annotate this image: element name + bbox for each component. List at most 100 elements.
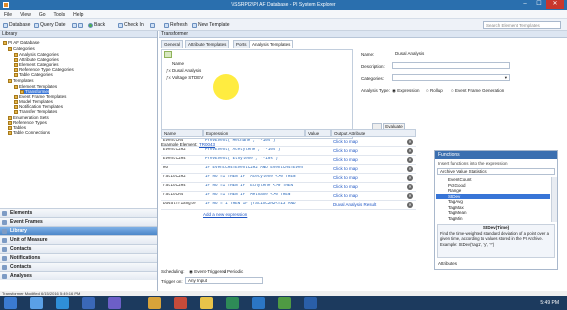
list-item[interactable]: ƒx Dusal Analysis xyxy=(166,68,316,73)
row-expression[interactable]: IF RO = 1 THEN IF (ratioC2H2<=13 AND xyxy=(205,202,303,206)
row-expression[interactable]: PrevEvent('Acetylene','*-10s') xyxy=(205,148,303,152)
expression-row[interactable]: ratioCH4 IF RO =1 THEN IF 'Methane'<>0 TH… xyxy=(161,192,416,201)
attributes-label[interactable]: Attributes xyxy=(438,261,457,266)
tab-analysis-templates[interactable]: Analysis Templates xyxy=(249,40,294,48)
maximize-button[interactable]: ☐ xyxy=(532,0,546,9)
row-expression[interactable]: IF RO =1 THEN IF 'Methane'<>0 THEN ' xyxy=(205,193,303,197)
row-name[interactable]: ratioC2H2 xyxy=(163,175,203,179)
nav-icons[interactable] xyxy=(72,21,83,29)
nav-unit-of-measure[interactable]: Unit of Measure xyxy=(0,235,157,244)
remove-row-icon[interactable]: ✕ xyxy=(407,148,413,154)
row-expression[interactable]: PrevEvent('Ethylene','*-10s') xyxy=(205,157,303,161)
expression-row[interactable]: EventCH4 PrevEvent('Methane','*-10s') Clic… xyxy=(161,138,416,147)
row-name[interactable]: EventCH4 xyxy=(163,139,203,143)
taskbar-app-icon[interactable] xyxy=(82,297,95,309)
row-output-link[interactable]: Click to map xyxy=(333,166,397,171)
expression-row[interactable]: EventC2H2 PrevEvent('Acetylene','*-10s') C… xyxy=(161,147,416,156)
nav-contacts-1[interactable]: Contacts xyxy=(0,244,157,253)
row-expression[interactable]: PrevEvent('Methane','*-10s') xyxy=(205,139,303,143)
taskbar-app-icon[interactable] xyxy=(200,297,213,309)
type-expression-radio[interactable]: ◉ Expression xyxy=(392,88,419,94)
tab-general[interactable]: General xyxy=(161,40,184,48)
nav-library[interactable]: Library xyxy=(0,226,157,235)
undo-button[interactable] xyxy=(150,21,155,29)
taskbar-app-icon[interactable] xyxy=(278,297,291,309)
taskbar-app-icon[interactable] xyxy=(56,297,69,309)
search-input[interactable]: Search Element Templates xyxy=(483,21,561,29)
remove-row-icon[interactable]: ✕ xyxy=(407,157,413,163)
taskbar-app-icon[interactable] xyxy=(174,297,187,309)
nav-contacts-2[interactable]: Contacts xyxy=(0,262,157,271)
row-output-link[interactable]: Click to map xyxy=(333,157,397,162)
excel-icon[interactable] xyxy=(226,297,239,309)
nav-event-frames[interactable]: Event Frames xyxy=(0,217,157,226)
row-output-link[interactable]: Click to map xyxy=(333,193,397,198)
tree-node[interactable]: Table Connections xyxy=(8,130,50,135)
remove-row-icon[interactable]: ✕ xyxy=(407,184,413,190)
row-output-link[interactable]: Click to map xyxy=(333,184,397,189)
type-event-frame-radio[interactable]: ○ Event Frame Generation xyxy=(451,88,504,93)
row-output-link[interactable]: Click to map xyxy=(333,175,397,180)
expression-row[interactable]: RO IF EventCH4=EventC2H2 AND EventCH4=Eve… xyxy=(161,165,416,174)
row-output-link[interactable]: Duval Analysis Result xyxy=(333,202,397,207)
row-expression[interactable]: IF RO =1 THEN IF 'Ethylene'<>0 THEN xyxy=(205,184,303,188)
remove-row-icon[interactable]: ✕ xyxy=(407,139,413,145)
tab-attribute-templates[interactable]: Attribute Templates xyxy=(185,40,230,48)
function-list-scrollbar[interactable] xyxy=(551,177,557,222)
tree-node[interactable]: Table Categories xyxy=(14,72,53,77)
query-date-button[interactable]: Query Date xyxy=(34,21,66,29)
expression-row[interactable]: ratioC2H2 IF RO =1 THEN IF 'Acetylene'<>0… xyxy=(161,174,416,183)
row-name[interactable]: DuvalTriangle xyxy=(163,202,203,206)
back-button[interactable]: Back xyxy=(88,21,105,29)
new-template-button[interactable]: New Template xyxy=(192,21,230,29)
tab-ports[interactable]: Ports xyxy=(233,40,250,48)
nav-notifications[interactable]: Notifications xyxy=(0,253,157,262)
row-output-link[interactable]: Click to map xyxy=(333,148,397,153)
name-field[interactable]: Dusal Analysis xyxy=(392,50,510,57)
remove-row-icon[interactable]: ✕ xyxy=(407,175,413,181)
nav-elements[interactable]: Elements xyxy=(0,208,157,217)
expression-row[interactable]: ratioC2H4 IF RO =1 THEN IF 'Ethylene'<>0 … xyxy=(161,183,416,192)
trigger-select[interactable]: Any Input xyxy=(185,277,263,284)
taskbar-app-icon[interactable] xyxy=(148,297,161,309)
check-in-button[interactable]: Check In xyxy=(118,21,144,29)
row-name[interactable]: EventC2H2 xyxy=(163,148,203,152)
periodic-radio[interactable]: ○ Periodic xyxy=(223,269,243,274)
function-item[interactable]: TagMin xyxy=(436,216,550,222)
add-expression-link[interactable]: Add a new expression xyxy=(203,212,247,217)
row-name[interactable]: ratioCH4 xyxy=(163,193,203,197)
close-button[interactable]: ✕ xyxy=(546,0,564,9)
functions-panel: Functions Insert functions into the expr… xyxy=(434,150,558,270)
row-name[interactable]: RO xyxy=(163,166,203,170)
tree-node[interactable]: Templates xyxy=(8,78,34,83)
remove-row-icon[interactable]: ✕ xyxy=(407,193,413,199)
refresh-button[interactable]: Refresh xyxy=(164,21,188,29)
nav-analyses[interactable]: Analyses xyxy=(0,271,157,280)
ie-icon[interactable] xyxy=(252,297,265,309)
taskbar-app-icon[interactable] xyxy=(108,297,121,309)
remove-row-icon[interactable]: ✕ xyxy=(407,166,413,172)
row-name[interactable]: ratioC2H4 xyxy=(163,184,203,188)
tree-node[interactable]: Categories xyxy=(8,46,35,51)
start-icon[interactable] xyxy=(4,297,17,309)
add-analysis-icon[interactable] xyxy=(164,51,172,58)
event-triggered-radio[interactable]: ◉ Event-Triggered xyxy=(189,269,226,275)
minimize-button[interactable]: – xyxy=(518,0,532,9)
database-button[interactable]: Database xyxy=(3,21,30,29)
taskbar-app-icon[interactable] xyxy=(304,297,317,309)
taskbar-app-icon[interactable] xyxy=(30,297,43,309)
expression-row[interactable]: EventC2H4 PrevEvent('Ethylene','*-10s') Cl… xyxy=(161,156,416,165)
row-expression[interactable]: IF EventCH4=EventC2H2 AND EventCH4=Event… xyxy=(205,166,303,170)
list-item[interactable]: ƒx Voltage STDEV xyxy=(166,75,316,80)
description-field[interactable] xyxy=(392,62,510,69)
row-name[interactable]: EventC2H4 xyxy=(163,157,203,161)
tree-node[interactable]: PI AF Database xyxy=(3,40,40,45)
row-expression[interactable]: IF RO =1 THEN IF 'Acetylene'<>0 THEN xyxy=(205,175,303,179)
type-rollup-radio[interactable]: ○ Rollup xyxy=(426,88,443,93)
tree-node[interactable]: Transfer Templates xyxy=(14,109,57,114)
categories-select[interactable]: ▾ xyxy=(392,74,510,81)
remove-row-icon[interactable]: ✕ xyxy=(407,202,413,208)
row-output-link[interactable]: Click to map xyxy=(333,139,397,144)
expression-row[interactable]: DuvalTriangle IF RO = 1 THEN IF (ratioC2H… xyxy=(161,201,416,210)
function-category-select[interactable]: Archive Value Statistics xyxy=(437,168,555,175)
